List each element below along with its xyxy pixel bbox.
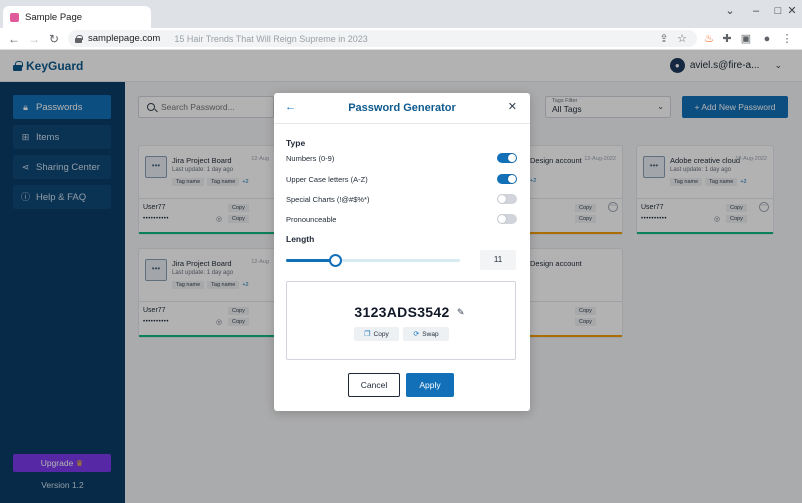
share-icon[interactable]: ⇪: [655, 30, 673, 48]
star-icon[interactable]: ☆: [673, 30, 691, 48]
lock-icon: [75, 34, 83, 43]
puzzle-icon[interactable]: ✚: [718, 30, 736, 48]
length-slider-fill: [286, 259, 335, 262]
option-uppercase: Upper Case letters (A-Z): [286, 172, 517, 186]
length-slider[interactable]: [286, 254, 460, 267]
favicon-icon: [10, 12, 19, 22]
cancel-button[interactable]: Cancel: [348, 373, 400, 397]
option-label: Numbers (0-9): [286, 153, 335, 163]
uppercase-toggle[interactable]: [497, 174, 517, 184]
length-value[interactable]: 11: [480, 250, 516, 270]
option-label: Upper Case letters (A-Z): [286, 174, 368, 184]
omnibox[interactable]: samplepage.com 15 Hair Trends That Will …: [68, 30, 697, 47]
browser-tabstrip: Sample Page ⌄ – □ ✕: [0, 0, 802, 28]
modal-title: Password Generator: [348, 102, 456, 114]
swap-button[interactable]: ⟳ Swap: [403, 327, 449, 341]
pencil-icon[interactable]: ✎: [457, 307, 465, 318]
option-pronounceable: Pronounceable: [286, 212, 517, 226]
address-bar: ← → ↻ samplepage.com 15 Hair Trends That…: [0, 28, 802, 50]
generated-password-box: 3123ADS3542 ✎ ❐ Copy ⟳ Swap: [286, 281, 516, 360]
pronounceable-toggle[interactable]: [497, 214, 517, 224]
reload-icon[interactable]: ↻: [44, 29, 64, 49]
extension-icon[interactable]: ♨: [700, 30, 718, 48]
profile-icon[interactable]: ●: [758, 30, 776, 48]
generated-password: 3123ADS3542: [354, 304, 450, 320]
tab-title: Sample Page: [25, 11, 83, 23]
apply-button[interactable]: Apply: [406, 373, 454, 397]
numbers-toggle[interactable]: [497, 153, 517, 163]
url-page-title: 15 Hair Trends That Will Reign Supreme i…: [174, 33, 368, 44]
close-icon[interactable]: ✕: [508, 100, 517, 113]
password-generator-modal: ← Password Generator ✕ Type Numbers (0-9…: [274, 93, 530, 411]
copy-icon: ❐: [364, 331, 371, 338]
type-heading: Type: [286, 138, 306, 148]
option-label: Pronounceable: [286, 214, 337, 224]
swap-label: Swap: [422, 330, 439, 338]
copy-button[interactable]: ❐ Copy: [354, 327, 399, 341]
forward-arrow-icon[interactable]: →: [24, 29, 44, 49]
minimize-icon[interactable]: –: [746, 4, 766, 18]
swap-icon: ⟳: [413, 331, 420, 338]
option-numbers: Numbers (0-9): [286, 151, 517, 165]
modal-header: ← Password Generator ✕: [274, 93, 530, 124]
option-label: Special Charts (!@#$%*): [286, 194, 370, 204]
length-heading: Length: [286, 234, 315, 244]
close-window-icon[interactable]: ✕: [782, 4, 802, 18]
url-text: samplepage.com: [88, 33, 161, 44]
back-arrow-icon[interactable]: ←: [4, 29, 24, 49]
copy-label: Copy: [373, 330, 389, 338]
special-chars-toggle[interactable]: [497, 194, 517, 204]
option-special: Special Charts (!@#$%*): [286, 192, 517, 206]
sidebar-icon[interactable]: ▣: [737, 30, 755, 48]
length-slider-handle[interactable]: [329, 254, 342, 267]
browser-tab[interactable]: Sample Page: [3, 6, 151, 28]
chevron-down-icon[interactable]: ⌄: [720, 4, 740, 18]
kebab-menu-icon[interactable]: ⋮: [778, 30, 796, 48]
